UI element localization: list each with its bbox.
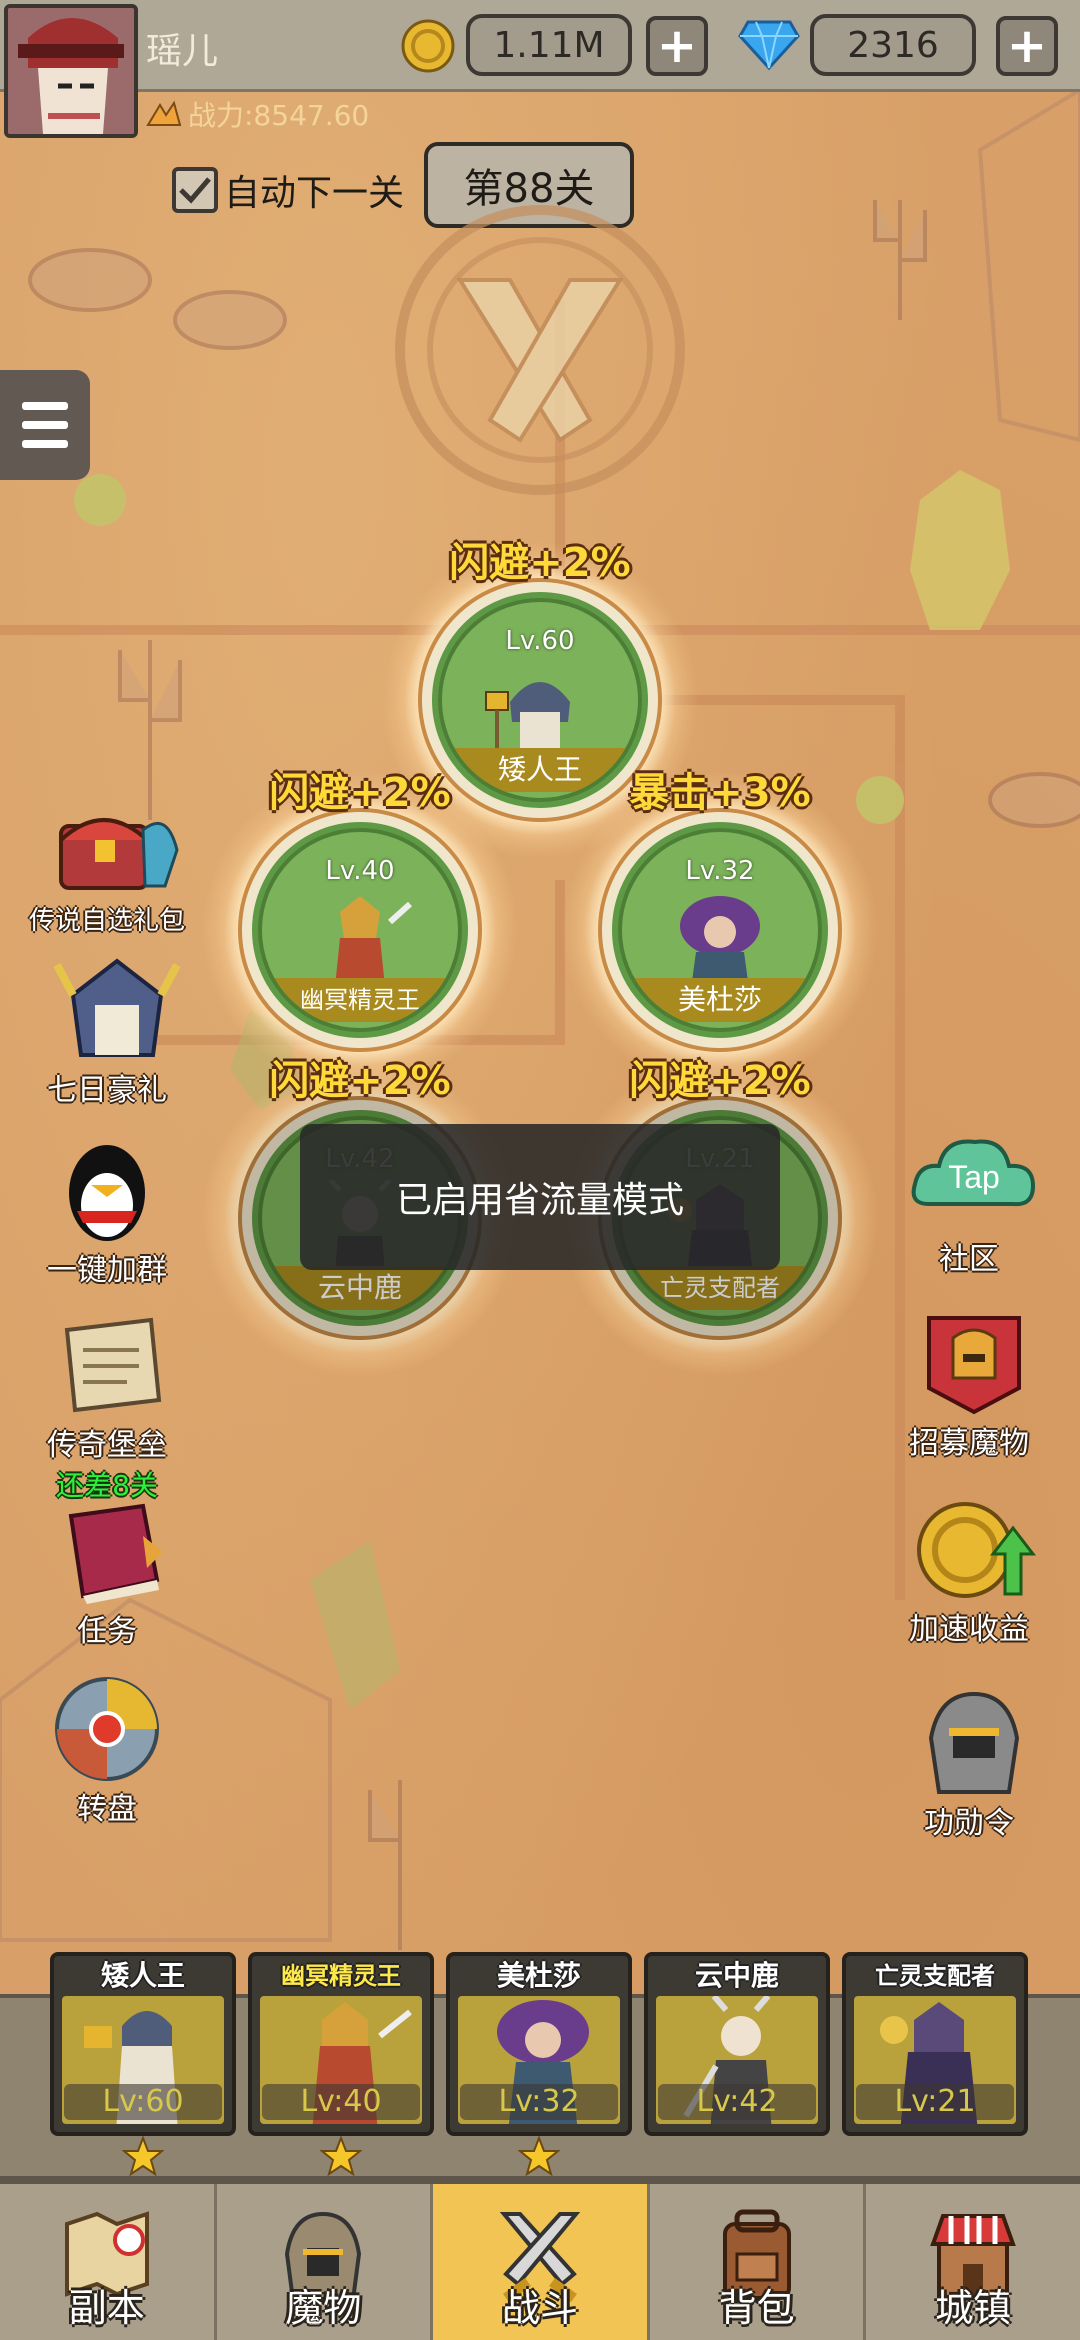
gem-amount: 2316 [810, 14, 976, 76]
slot-level: Lv.40 [325, 856, 395, 886]
add-gold-button[interactable]: + [646, 16, 708, 76]
avatar-portrait-icon [8, 8, 134, 134]
join-group-button[interactable]: 一键加群 [22, 1135, 192, 1289]
nav-tab-town[interactable]: 城镇 [866, 2184, 1080, 2340]
tap-logo-text: Tap [948, 1159, 1000, 1195]
nav-tab-monsters[interactable]: 魔物 [217, 2184, 434, 2340]
battle-crest-icon [395, 205, 685, 495]
speed-up-earnings-label: 加速收益 [909, 1612, 1029, 1647]
community-label: 社区 [939, 1242, 999, 1277]
quest-label: 任务 [77, 1614, 137, 1649]
bottom-nav: 副本 魔物 战斗 背包 城镇 [0, 2180, 1080, 2340]
roster-hero-level: Lv:40 [262, 2084, 420, 2120]
tap-cloud-icon: Tap [911, 1139, 1036, 1207]
roster-hero-name: 云中鹿 [694, 1959, 779, 1992]
slot-level: Lv.32 [685, 856, 755, 886]
join-group-label: 一键加群 [47, 1253, 167, 1288]
recruit-label: 招募魔物 [909, 1426, 1029, 1461]
slot-buff: 闪避+2% [449, 540, 631, 586]
toast-message: 已启用省流量模式 [300, 1124, 780, 1270]
nav-tab-label: 副本 [68, 2286, 145, 2330]
roster-hero-name: 亡灵支配者 [875, 1962, 995, 1990]
auto-next-checkbox[interactable] [172, 167, 218, 213]
lucky-wheel-label: 转盘 [77, 1792, 137, 1827]
diamond-icon [738, 20, 800, 71]
roster-hero-level: Lv:42 [658, 2084, 816, 2120]
roster-hero-name: 美杜莎 [496, 1959, 581, 1992]
star-icon [122, 2136, 164, 2176]
roster-hero-level: Lv:60 [64, 2084, 222, 2120]
merit-order-label: 功勋令 [924, 1806, 1014, 1841]
merit-order-button[interactable]: 功勋令 [884, 1688, 1054, 1842]
nav-tab-label: 战斗 [501, 2286, 578, 2330]
power-icon [146, 100, 182, 126]
legend-pack-button[interactable]: 传说自选礼包 [22, 790, 192, 937]
roster-card-3[interactable]: 美杜莎 Lv:32 [446, 1952, 632, 2136]
community-button[interactable]: Tap 社区 [884, 1124, 1054, 1278]
formation-slot-2[interactable]: Lv.40 幽冥精灵王 闪避+2% [200, 770, 520, 1090]
slot-name: 美杜莎 [622, 978, 818, 1022]
nav-tab-backpack[interactable]: 背包 [650, 2184, 867, 2340]
quest-book-icon [68, 1503, 163, 1604]
legend-pack-label: 传说自选礼包 [28, 906, 185, 936]
legend-fortress-button[interactable]: 传奇堡垒 还差8关 [22, 1310, 192, 1504]
player-avatar[interactable] [4, 4, 138, 138]
slot-name: 幽冥精灵王 [262, 978, 458, 1022]
legend-fortress-label: 传奇堡垒 [47, 1428, 167, 1463]
checkmark-icon [179, 177, 211, 204]
scroll-map-icon [64, 1317, 162, 1413]
roster-card-2[interactable]: 幽冥精灵王 Lv:40 [248, 1952, 434, 2136]
seven-day-gift-label: 七日豪礼 [47, 1073, 167, 1108]
coin-arrow-icon [917, 1502, 1037, 1598]
slot-name: 亡灵支配者 [622, 1266, 818, 1310]
auto-next-toggle[interactable]: 自动下一关 [172, 164, 404, 216]
slot-level: Lv.60 [505, 626, 575, 656]
penguin-icon [69, 1145, 145, 1241]
lucky-wheel-button[interactable]: 转盘 [22, 1674, 192, 1828]
star-icon [320, 2136, 362, 2176]
combat-power-label: 战力:8547.60 [188, 99, 370, 132]
gold-coin-icon [401, 19, 455, 73]
slot-buff: 闪避+2% [269, 770, 451, 816]
roster-hero-level: Lv:32 [460, 2084, 618, 2120]
treasure-chest-icon [59, 818, 179, 890]
star-icon [518, 2136, 560, 2176]
wheel-icon [55, 1677, 159, 1781]
warrior-helmet-icon [928, 1691, 1020, 1794]
player-name: 瑶儿 [146, 31, 219, 72]
roster-hero-name: 幽冥精灵王 [281, 1962, 401, 1990]
slot-buff: 闪避+2% [269, 1058, 451, 1104]
add-gems-button[interactable]: + [996, 16, 1058, 76]
gold-amount: 1.11M [466, 14, 632, 76]
roster-card-4[interactable]: 云中鹿 Lv:42 [644, 1952, 830, 2136]
roster-card-5[interactable]: 亡灵支配者 Lv:21 [842, 1952, 1028, 2136]
main-menu-button[interactable] [0, 370, 90, 480]
quest-button[interactable]: 任务 [22, 1496, 192, 1650]
roster-card-1[interactable]: 矮人王 Lv:60 [50, 1952, 236, 2136]
seven-day-gift-button[interactable]: 七日豪礼 [22, 955, 192, 1109]
recruit-button[interactable]: 招募魔物 [884, 1308, 1054, 1462]
nav-tab-label: 魔物 [285, 2286, 362, 2330]
speed-up-earnings-button[interactable]: 加速收益 [884, 1494, 1054, 1648]
formation-slot-3[interactable]: Lv.32 美杜莎 暴击+3% [560, 770, 880, 1090]
knight-helmet-icon [53, 958, 181, 1057]
roster-hero-level: Lv:21 [856, 2084, 1014, 2120]
nav-tab-dungeon[interactable]: 副本 [0, 2184, 217, 2340]
nav-tab-battle[interactable]: 战斗 [433, 2184, 650, 2340]
auto-next-label: 自动下一关 [224, 173, 405, 214]
nav-tab-label: 背包 [718, 2286, 795, 2330]
combat-power: 战力:8547.60 [146, 94, 369, 134]
slot-name: 云中鹿 [262, 1266, 458, 1310]
banner-helmet-icon [927, 1316, 1021, 1415]
nav-tab-label: 城镇 [935, 2286, 1012, 2330]
slot-buff: 闪避+2% [629, 1058, 811, 1104]
roster-hero-name: 矮人王 [100, 1959, 185, 1992]
slot-buff: 暴击+3% [629, 770, 811, 816]
